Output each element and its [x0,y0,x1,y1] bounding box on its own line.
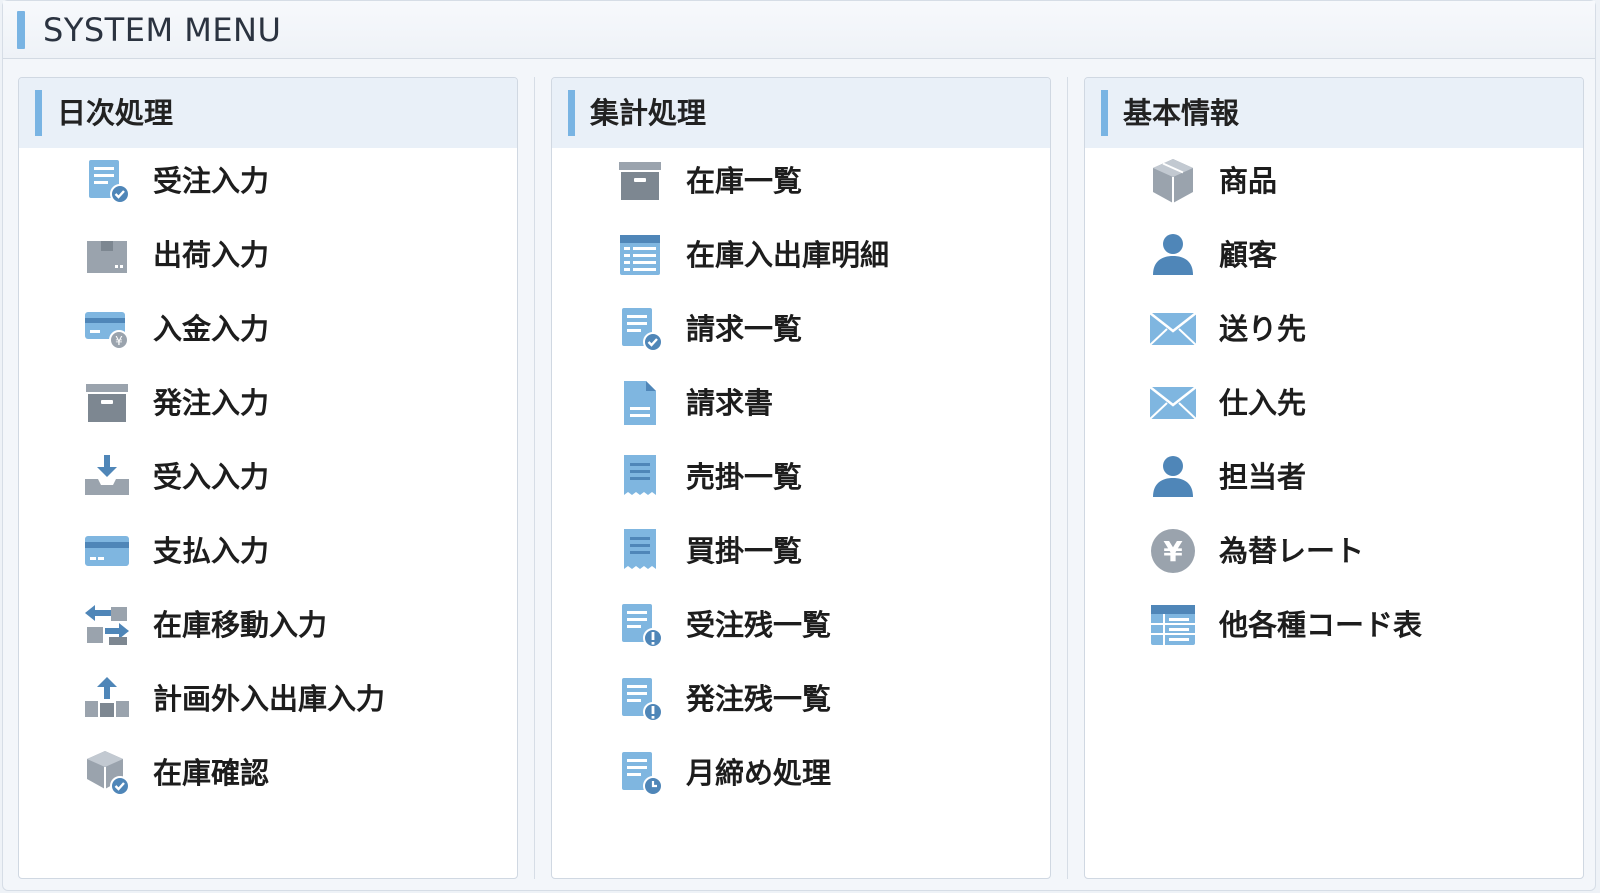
menu-item[interactable]: 請求一覧 [552,296,1050,362]
panel-accent-bar [568,90,575,136]
panel-title: 基本情報 [1123,96,1240,130]
panel-accent-bar [1101,90,1108,136]
menu-item-label: 出荷入力 [153,238,270,272]
archive-box-icon [81,377,133,429]
menu-item[interactable]: 受注残一覧 [552,592,1050,658]
receipt-icon [614,451,666,503]
menu-item[interactable]: 他各種コード表 [1085,592,1583,658]
envelope-icon [1147,303,1199,355]
menu-item-label: 支払入力 [153,534,270,568]
menu-item[interactable]: 在庫移動入力 [19,592,517,658]
panel-header: 日次処理 [19,78,517,148]
document-alert-icon [614,599,666,651]
menu-item-label: 送り先 [1219,312,1307,346]
menu-item-label: 在庫移動入力 [153,608,328,642]
menu-item[interactable]: 送り先 [1085,296,1583,362]
table-list-icon [614,229,666,281]
menu-item[interactable]: 発注入力 [19,370,517,436]
menu-item[interactable]: 計画外入出庫入力 [19,666,517,732]
transfer-arrows-icon [81,599,133,651]
menu-item[interactable]: 支払入力 [19,518,517,584]
document-clock-icon [614,747,666,799]
menu-item[interactable]: ¥ 為替レート [1085,518,1583,584]
menu-item-label: 他各種コード表 [1219,608,1423,642]
menu-item-label: 仕入先 [1219,386,1307,420]
menu-item[interactable]: 受入入力 [19,444,517,510]
menu-item-label: 担当者 [1219,460,1307,494]
menu-item[interactable]: 請求書 [552,370,1050,436]
package-icon [1147,155,1199,207]
menu-item[interactable]: 買掛一覧 [552,518,1050,584]
menu-item[interactable]: 担当者 [1085,444,1583,510]
envelope-icon [1147,377,1199,429]
person-icon [1147,451,1199,503]
menu-item[interactable]: 在庫確認 [19,740,517,806]
app-title: SYSTEM MENU [43,11,282,49]
boxes-upload-icon [81,673,133,725]
panel-title: 日次処理 [57,96,174,130]
menu-item[interactable]: 月締め処理 [552,740,1050,806]
menu-item-label: 売掛一覧 [686,460,803,494]
yen-coin-icon: ¥ [1147,525,1199,577]
document-check-icon [614,303,666,355]
menu-item-label: 発注残一覧 [686,682,832,716]
panel-header: 基本情報 [1085,78,1583,148]
payment-card-yen-icon: ¥ [81,303,133,355]
package-check-icon [81,747,133,799]
menu-item-label: 月締め処理 [686,756,832,790]
app-header: SYSTEM MENU [3,1,1595,59]
menu-item-label: 在庫確認 [153,756,270,790]
menu-item[interactable]: 在庫一覧 [552,148,1050,214]
system-menu-window: SYSTEM MENU 日次処理 受注入力出荷入力 ¥ 入金入力発注入力受入入力支払… [2,0,1596,891]
menu-item[interactable]: 出荷入力 [19,222,517,288]
menu-item-label: 請求書 [686,386,774,420]
column-divider [534,77,535,879]
menu-item-label: 商品 [1219,164,1278,198]
panel-master-data: 基本情報 商品顧客送り先仕入先担当者 ¥ 為替レート他各種コード表 [1084,77,1584,879]
menu-item[interactable]: 受注入力 [19,148,517,214]
menu-item-label: 買掛一覧 [686,534,803,568]
panel-accent-bar [35,90,42,136]
person-icon [1147,229,1199,281]
shipping-box-icon [81,229,133,281]
menu-item[interactable]: 仕入先 [1085,370,1583,436]
menu-item-label: 発注入力 [153,386,270,420]
menu-item[interactable]: 顧客 [1085,222,1583,288]
document-alert-icon [614,673,666,725]
menu-item-label: 受注残一覧 [686,608,832,642]
archive-box-icon [614,155,666,207]
receipt-icon [614,525,666,577]
menu-item-label: 為替レート [1219,534,1365,568]
menu-item-label: 受注入力 [153,164,270,198]
menu-item-label: 在庫入出庫明細 [686,238,890,272]
document-icon [614,377,666,429]
menu-item[interactable]: ¥ 入金入力 [19,296,517,362]
menu-item-label: 在庫一覧 [686,164,803,198]
menu-item-label: 計画外入出庫入力 [153,682,386,716]
panel-aggregation: 集計処理 在庫一覧在庫入出庫明細 請求一覧請求書売掛一覧買掛一覧受注残一覧発注残一… [551,77,1051,879]
menu-item[interactable]: 発注残一覧 [552,666,1050,732]
panel-daily-processing: 日次処理 受注入力出荷入力 ¥ 入金入力発注入力受入入力支払入力在庫移動入力計画外入… [18,77,518,879]
menu-item[interactable]: 売掛一覧 [552,444,1050,510]
menu-item[interactable]: 在庫入出庫明細 [552,222,1050,288]
header-accent-bar [17,11,25,49]
credit-card-icon [81,525,133,577]
order-entry-icon [81,155,133,207]
code-table-icon [1147,599,1199,651]
svg-text:¥: ¥ [115,334,123,348]
column-divider [1067,77,1068,879]
menu-item-label: 入金入力 [153,312,270,346]
menu-item-label: 顧客 [1219,238,1278,272]
menu-item[interactable]: 商品 [1085,148,1583,214]
panel-title: 集計処理 [590,96,707,130]
menu-item-label: 請求一覧 [686,312,803,346]
svg-text:¥: ¥ [1163,535,1183,568]
menu-item-label: 受入入力 [153,460,270,494]
panel-header: 集計処理 [552,78,1050,148]
inbox-download-icon [81,451,133,503]
